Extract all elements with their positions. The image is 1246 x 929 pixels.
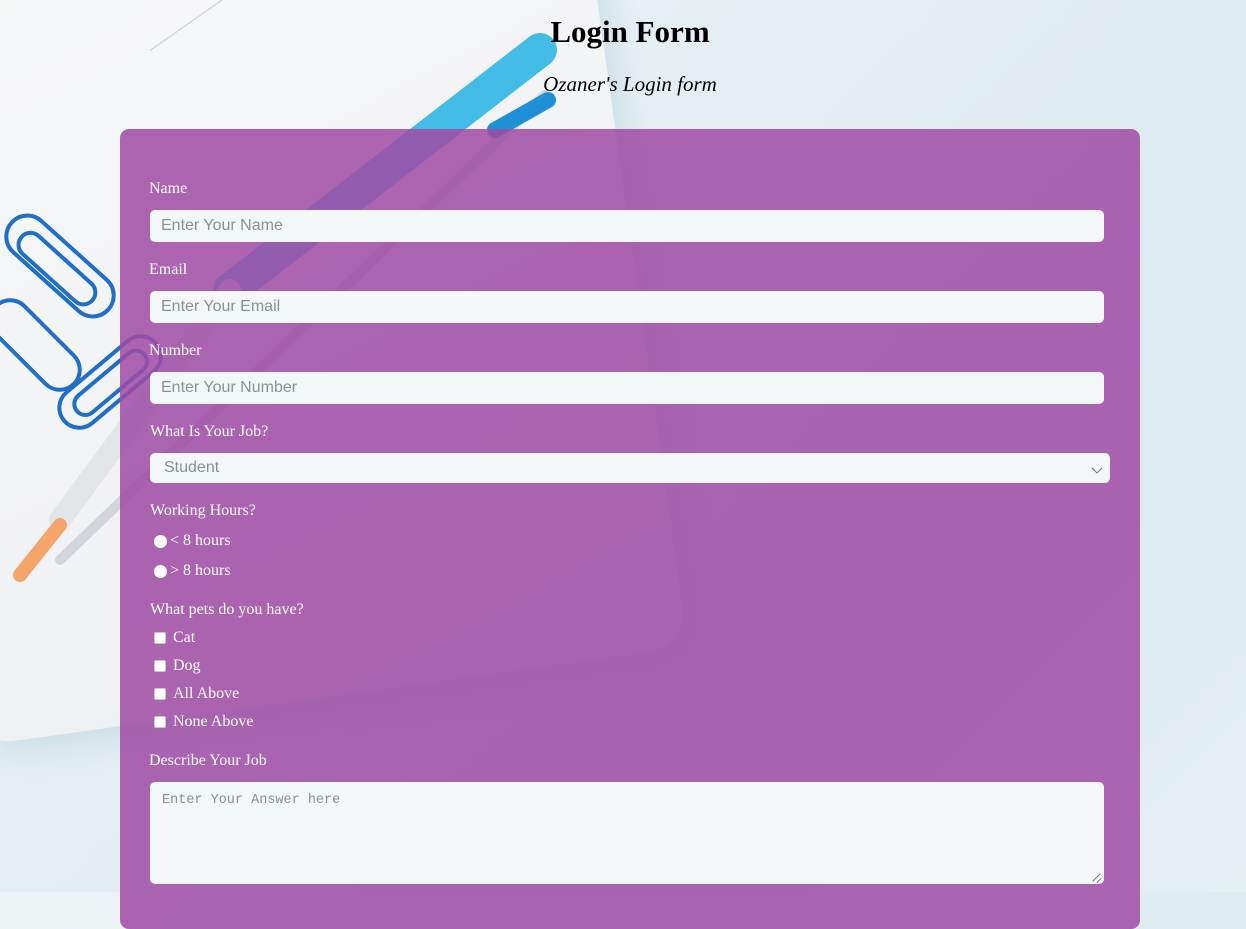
page-subtitle: Ozaner's Login form [543,72,717,96]
chevron-down-icon [1091,462,1103,474]
name-input[interactable] [150,210,1104,242]
checkbox-option-cat[interactable]: Cat [154,628,195,648]
radio-option-label: > 8 hours [170,562,231,579]
checkbox-option-label: None Above [173,713,254,730]
checkbox-option-label: Cat [173,629,196,646]
checkbox[interactable] [154,632,166,644]
radio-option-more-8-hours[interactable]: > 8 hours [154,561,231,581]
page-title: Login Form [550,14,710,49]
checkbox-option-none-above[interactable]: None Above [154,712,253,732]
describe-job-textarea[interactable] [150,782,1104,884]
checkbox-option-dog[interactable]: Dog [154,656,201,676]
radio-button[interactable] [154,534,167,548]
name-label: Name [149,180,188,197]
checkbox-option-label: Dog [173,657,201,674]
pets-label: What pets do you have? [150,601,304,618]
radio-button[interactable] [154,564,167,578]
checkbox-option-all-above[interactable]: All Above [154,684,239,704]
email-label: Email [149,261,188,278]
job-label: What Is Your Job? [150,423,269,440]
describe-job-label: Describe Your Job [149,752,267,769]
login-form: Name Email Number What Is Your Job? Stud… [120,129,1140,929]
job-select-value: Student [164,459,220,476]
email-input[interactable] [150,291,1104,323]
checkbox[interactable] [154,688,166,700]
job-select[interactable]: Student [150,453,1110,483]
number-label: Number [149,342,202,359]
resize-handle-icon[interactable] [1092,873,1101,882]
radio-option-label: < 8 hours [170,532,231,549]
checkbox[interactable] [154,660,166,672]
checkbox-option-label: All Above [173,685,240,702]
radio-option-less-8-hours[interactable]: < 8 hours [154,531,231,551]
checkbox[interactable] [154,716,166,728]
number-input[interactable] [150,372,1104,404]
working-hours-label: Working Hours? [150,502,256,519]
